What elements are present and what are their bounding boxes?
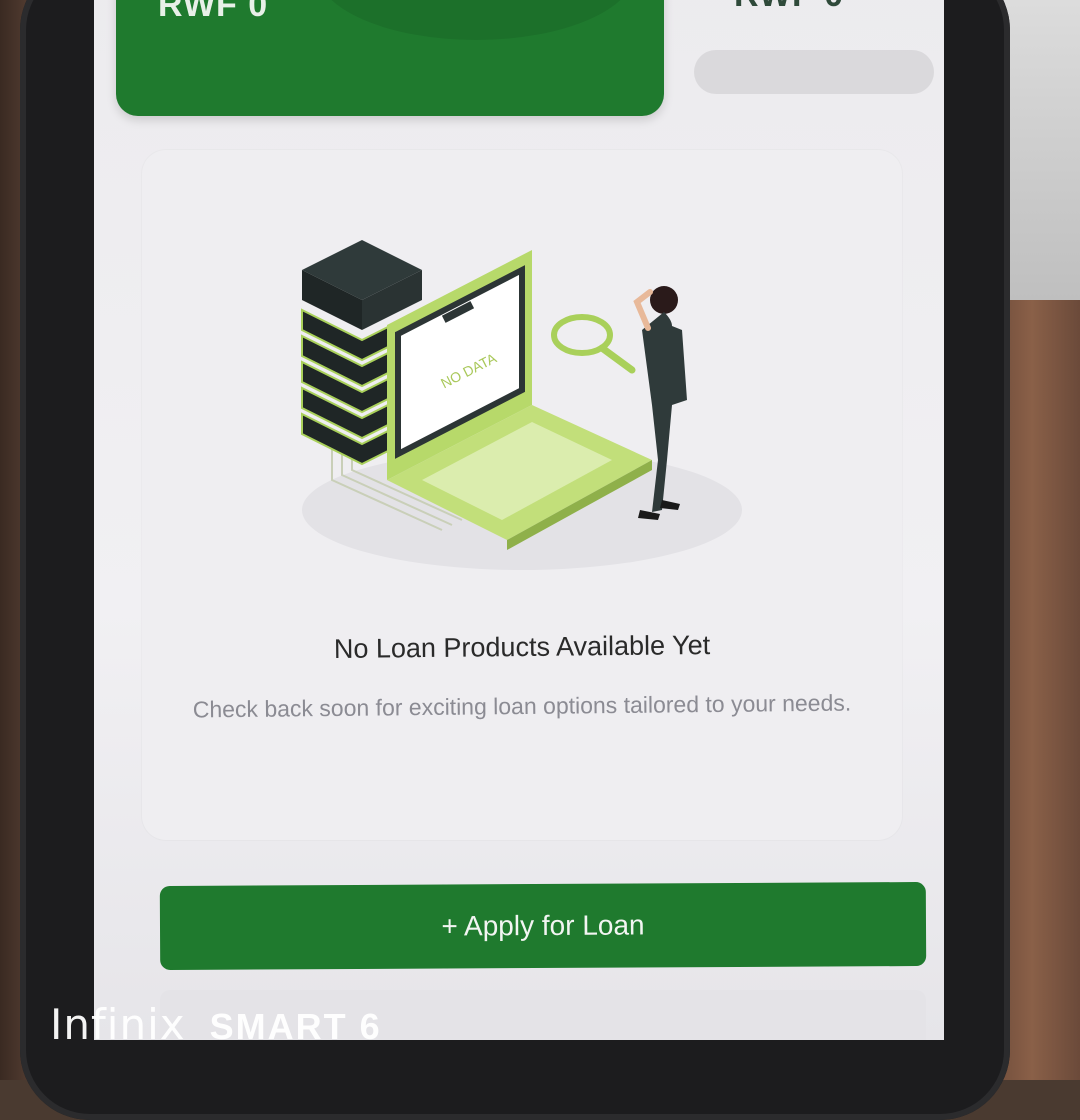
no-data-illustration: NO DATA	[301, 240, 742, 570]
magnifier-icon	[551, 314, 636, 374]
empty-state-title: No Loan Products Available Yet	[333, 630, 711, 664]
watermark-brand: Infinix	[50, 1000, 186, 1049]
empty-state-subtitle: Check back soon for exciting loan option…	[192, 689, 852, 723]
balance-card[interactable]: RWF 0	[116, 0, 664, 116]
card-shadow	[694, 50, 934, 94]
empty-state-panel: NO DATA No Loan Products Available Yet C…	[142, 150, 902, 840]
app-screen: RWF 0 RWF 0	[94, 0, 944, 1040]
camera-watermark: Infinix SMART 6	[50, 1000, 382, 1049]
balance-amount: RWF 0	[158, 0, 269, 24]
apply-for-loan-button[interactable]: + Apply for Loan	[159, 881, 927, 971]
secondary-balance-amount: RWF 0	[734, 0, 844, 15]
watermark-model: SMART 6	[209, 1006, 382, 1047]
apply-for-loan-label: + Apply for Loan	[441, 909, 645, 942]
card-decoration	[316, 0, 636, 40]
phone-frame: RWF 0 RWF 0	[20, 0, 1010, 1120]
secondary-balance-card[interactable]: RWF 0	[694, 0, 934, 100]
